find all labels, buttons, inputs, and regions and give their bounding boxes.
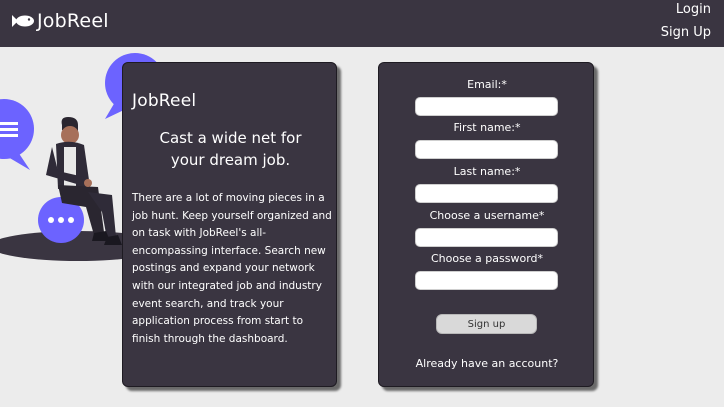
- username-field[interactable]: [415, 228, 558, 247]
- signup-form: Email:* First name:* Last name:* Choose …: [378, 62, 594, 387]
- last-name-field[interactable]: [415, 184, 558, 203]
- password-field[interactable]: [415, 271, 558, 290]
- tagline: Cast a wide net for your dream job.: [123, 127, 338, 171]
- email-label: Email:*: [467, 78, 507, 91]
- tagline-line-2: your dream job.: [170, 151, 291, 169]
- last-name-label: Last name:*: [453, 165, 521, 178]
- fish-icon: [12, 15, 34, 27]
- info-card: JobReel Cast a wide net for your dream j…: [122, 62, 337, 387]
- first-name-label: First name:*: [453, 121, 521, 134]
- email-field[interactable]: [415, 97, 558, 116]
- card-logo: JobReel: [132, 91, 197, 111]
- signup-link[interactable]: Sign Up: [661, 25, 711, 40]
- top-navbar: JobReel Login Sign Up: [0, 0, 724, 47]
- menu-bubble-icon: [0, 99, 34, 170]
- login-link[interactable]: Login: [676, 2, 711, 17]
- password-label: Choose a password*: [430, 252, 544, 265]
- already-have-account-link[interactable]: Already have an account?: [379, 357, 595, 370]
- first-name-field[interactable]: [415, 140, 558, 159]
- username-label: Choose a username*: [429, 209, 545, 222]
- tagline-line-1: Cast a wide net for: [159, 129, 302, 147]
- brand-logo[interactable]: JobReel: [12, 10, 109, 32]
- description-text: There are a lot of moving pieces in a jo…: [132, 192, 332, 345]
- brand-name: JobReel: [37, 10, 109, 32]
- sign-up-button[interactable]: Sign up: [436, 314, 537, 334]
